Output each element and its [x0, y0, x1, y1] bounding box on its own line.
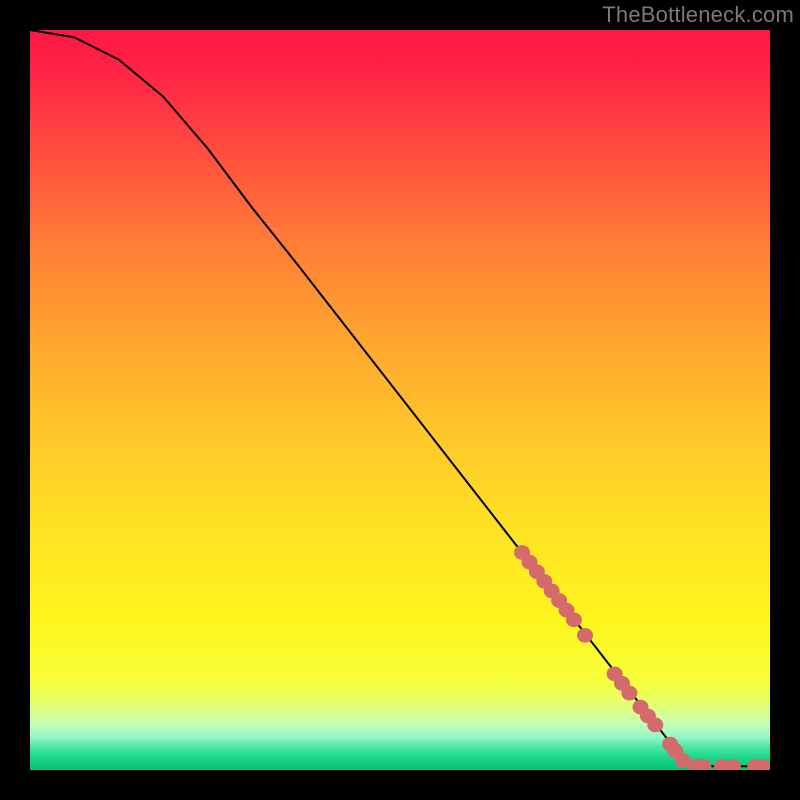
data-marker	[577, 628, 593, 643]
plot-area	[30, 30, 770, 770]
data-marker	[647, 718, 663, 733]
data-marker	[566, 612, 582, 627]
data-marker	[621, 686, 637, 701]
attribution-text: TheBottleneck.com	[602, 2, 794, 28]
chart-frame: TheBottleneck.com	[0, 0, 800, 800]
gradient-background	[30, 30, 770, 770]
chart-svg	[30, 30, 770, 770]
